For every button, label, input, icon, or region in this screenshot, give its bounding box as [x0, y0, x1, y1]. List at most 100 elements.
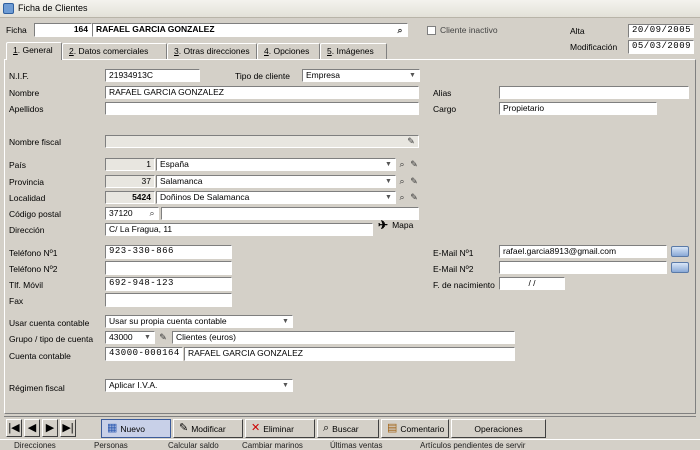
pais-select[interactable]: España ▼ — [156, 158, 396, 171]
telefono2-field[interactable] — [105, 261, 232, 275]
search-icon[interactable]: ⌕ — [146, 208, 158, 219]
modificar-label: Modificar — [191, 423, 226, 434]
fax-field[interactable] — [105, 293, 232, 307]
window-title: Ficha de Clientes — [18, 3, 88, 13]
map-compass-icon: ✈ — [378, 218, 389, 232]
search-icon[interactable]: ⌕ — [394, 25, 406, 36]
comentario-button[interactable]: ▤ Comentario — [381, 419, 449, 438]
calcular-saldo-button[interactable]: Calcular saldo — [168, 441, 219, 450]
grupo-cuenta-label: Grupo / tipo de cuenta — [9, 334, 94, 344]
buscar-label: Buscar — [332, 423, 359, 434]
tab-opciones[interactable]: 4. Opciones — [257, 43, 320, 59]
nacimiento-field[interactable]: / / — [499, 277, 565, 290]
cuenta-uso-label: Usar cuenta contable — [9, 318, 90, 328]
articulos-pendientes-button[interactable]: Artículos pendientes de servir — [420, 441, 525, 450]
email2-label: E-Mail Nº2 — [433, 264, 474, 274]
regimen-fiscal-value: Aplicar I.V.A. — [109, 380, 158, 390]
delete-record-icon: ✕ — [251, 422, 261, 434]
chevron-down-icon[interactable]: ▼ — [383, 160, 394, 169]
grupo-cuenta-desc-field[interactable]: Clientes (euros) — [172, 331, 515, 344]
cliente-inactivo-checkbox[interactable] — [427, 26, 436, 35]
cuenta-contable-code-field[interactable]: 43000-000164 — [105, 347, 183, 361]
email2-field[interactable] — [499, 261, 667, 274]
nombre-fiscal-field[interactable]: ✎ — [105, 135, 419, 148]
email1-field[interactable]: rafael.garcia8913@gmail.com — [499, 245, 667, 258]
search-icon[interactable]: ⌕ — [396, 159, 408, 170]
prev-record-button[interactable]: ◀ — [24, 419, 40, 437]
chevron-down-icon[interactable]: ▼ — [280, 317, 291, 326]
first-record-icon: |◀ — [8, 421, 20, 434]
nombre-field[interactable]: RAFAEL GARCIA GONZALEZ — [105, 86, 419, 99]
edit-icon[interactable]: ✎ — [408, 176, 420, 187]
tab-imagenes[interactable]: 5. Imágenes — [320, 43, 387, 59]
operaciones-button[interactable]: Operaciones — [451, 419, 546, 438]
provincia-code-field[interactable]: 37 — [105, 175, 155, 188]
tab-otras-direcciones[interactable]: 3. Otras direcciones — [167, 43, 257, 59]
localidad-code-field[interactable]: 5424 — [105, 191, 155, 204]
first-record-button[interactable]: |◀ — [6, 419, 22, 437]
alias-field[interactable] — [499, 86, 689, 99]
ultimas-ventas-button[interactable]: Últimas ventas — [330, 441, 382, 450]
operaciones-label: Operaciones — [474, 423, 523, 434]
last-record-button[interactable]: ▶| — [60, 419, 76, 437]
nuevo-button[interactable]: ▦ Nuevo — [101, 419, 171, 438]
direcciones-button[interactable]: Direcciones — [14, 441, 56, 450]
telefono1-label: Teléfono Nº1 — [9, 248, 58, 258]
tab-general[interactable]: 1. General — [6, 42, 62, 60]
nif-field[interactable]: 21934913C — [105, 69, 200, 82]
send-mail-icon[interactable] — [671, 262, 689, 273]
binoculars-icon: ⌕ — [323, 422, 330, 434]
regimen-fiscal-select[interactable]: Aplicar I.V.A. ▼ — [105, 379, 293, 392]
nombre-label: Nombre — [9, 88, 40, 98]
edit-icon[interactable]: ✎ — [408, 159, 420, 170]
grupo-cuenta-select[interactable]: 43000 ▼ — [105, 331, 155, 344]
tab-datos-comerciales[interactable]: 2. Datos comerciales — [62, 43, 167, 59]
edit-icon[interactable]: ✎ — [405, 136, 417, 147]
direccion-field[interactable]: C/ La Fragua, 11 — [105, 223, 373, 236]
new-record-icon: ▦ — [107, 422, 118, 434]
tipo-cliente-select[interactable]: Empresa ▼ — [302, 69, 420, 82]
buscar-button[interactable]: ⌕ Buscar — [317, 419, 379, 438]
mapa-button[interactable]: ✈ Mapa — [378, 219, 413, 231]
nuevo-label: Nuevo — [120, 423, 145, 434]
cambiar-button[interactable]: Cambiar marinos — [242, 441, 303, 450]
cuenta-contable-label: Cuenta contable — [9, 351, 71, 361]
edit-icon[interactable]: ✎ — [157, 332, 169, 343]
tipo-cliente-value: Empresa — [306, 70, 341, 80]
cuenta-uso-value: Usar su propia cuenta contable — [109, 316, 227, 326]
modificacion-date-field[interactable]: 05/03/2009 — [628, 40, 694, 54]
cuenta-uso-select[interactable]: Usar su propia cuenta contable ▼ — [105, 315, 293, 328]
alta-date-field[interactable]: 20/09/2005 — [628, 24, 694, 38]
codigo-postal-label: Código postal — [9, 209, 61, 219]
provincia-select[interactable]: Salamanca ▼ — [156, 175, 396, 188]
chevron-down-icon[interactable]: ▼ — [407, 71, 418, 80]
localidad-select[interactable]: Doñinos De Salamanca ▼ — [156, 191, 396, 204]
edit-icon[interactable]: ✎ — [408, 192, 420, 203]
chevron-down-icon[interactable]: ▼ — [383, 177, 394, 186]
eliminar-label: Eliminar — [263, 423, 294, 434]
telefono1-field[interactable]: 923-330-866 — [105, 245, 232, 259]
modificar-button[interactable]: ✎ Modificar — [173, 419, 243, 438]
codigo-postal-field[interactable]: 37120 ⌕ — [105, 207, 159, 220]
nacimiento-label: F. de nacimiento — [433, 280, 495, 290]
search-icon[interactable]: ⌕ — [396, 176, 408, 187]
send-mail-icon[interactable] — [671, 246, 689, 257]
apellidos-field[interactable] — [105, 102, 419, 115]
eliminar-button[interactable]: ✕ Eliminar — [245, 419, 315, 438]
movil-field[interactable]: 692-948-123 — [105, 277, 232, 291]
client-name-header-field[interactable]: RAFAEL GARCIA GONZALEZ ⌕ — [92, 23, 408, 37]
next-record-button[interactable]: ▶ — [42, 419, 58, 437]
search-icon[interactable]: ⌕ — [396, 192, 408, 203]
chevron-down-icon[interactable]: ▼ — [280, 381, 291, 390]
direccion-label: Dirección — [9, 225, 45, 235]
chevron-down-icon[interactable]: ▼ — [142, 333, 153, 342]
ficha-number-field[interactable]: 164 — [34, 23, 92, 37]
pais-code-field[interactable]: 1 — [105, 158, 155, 171]
chevron-down-icon[interactable]: ▼ — [383, 193, 394, 202]
cuenta-contable-desc-field[interactable]: RAFAEL GARCIA GONZALEZ — [184, 347, 515, 361]
alias-label: Alias — [433, 88, 452, 98]
cargo-field[interactable]: Propietario — [499, 102, 657, 115]
regimen-fiscal-label: Régimen fiscal — [9, 383, 65, 393]
personas-button[interactable]: Personas — [94, 441, 128, 450]
cargo-label: Cargo — [433, 104, 457, 114]
